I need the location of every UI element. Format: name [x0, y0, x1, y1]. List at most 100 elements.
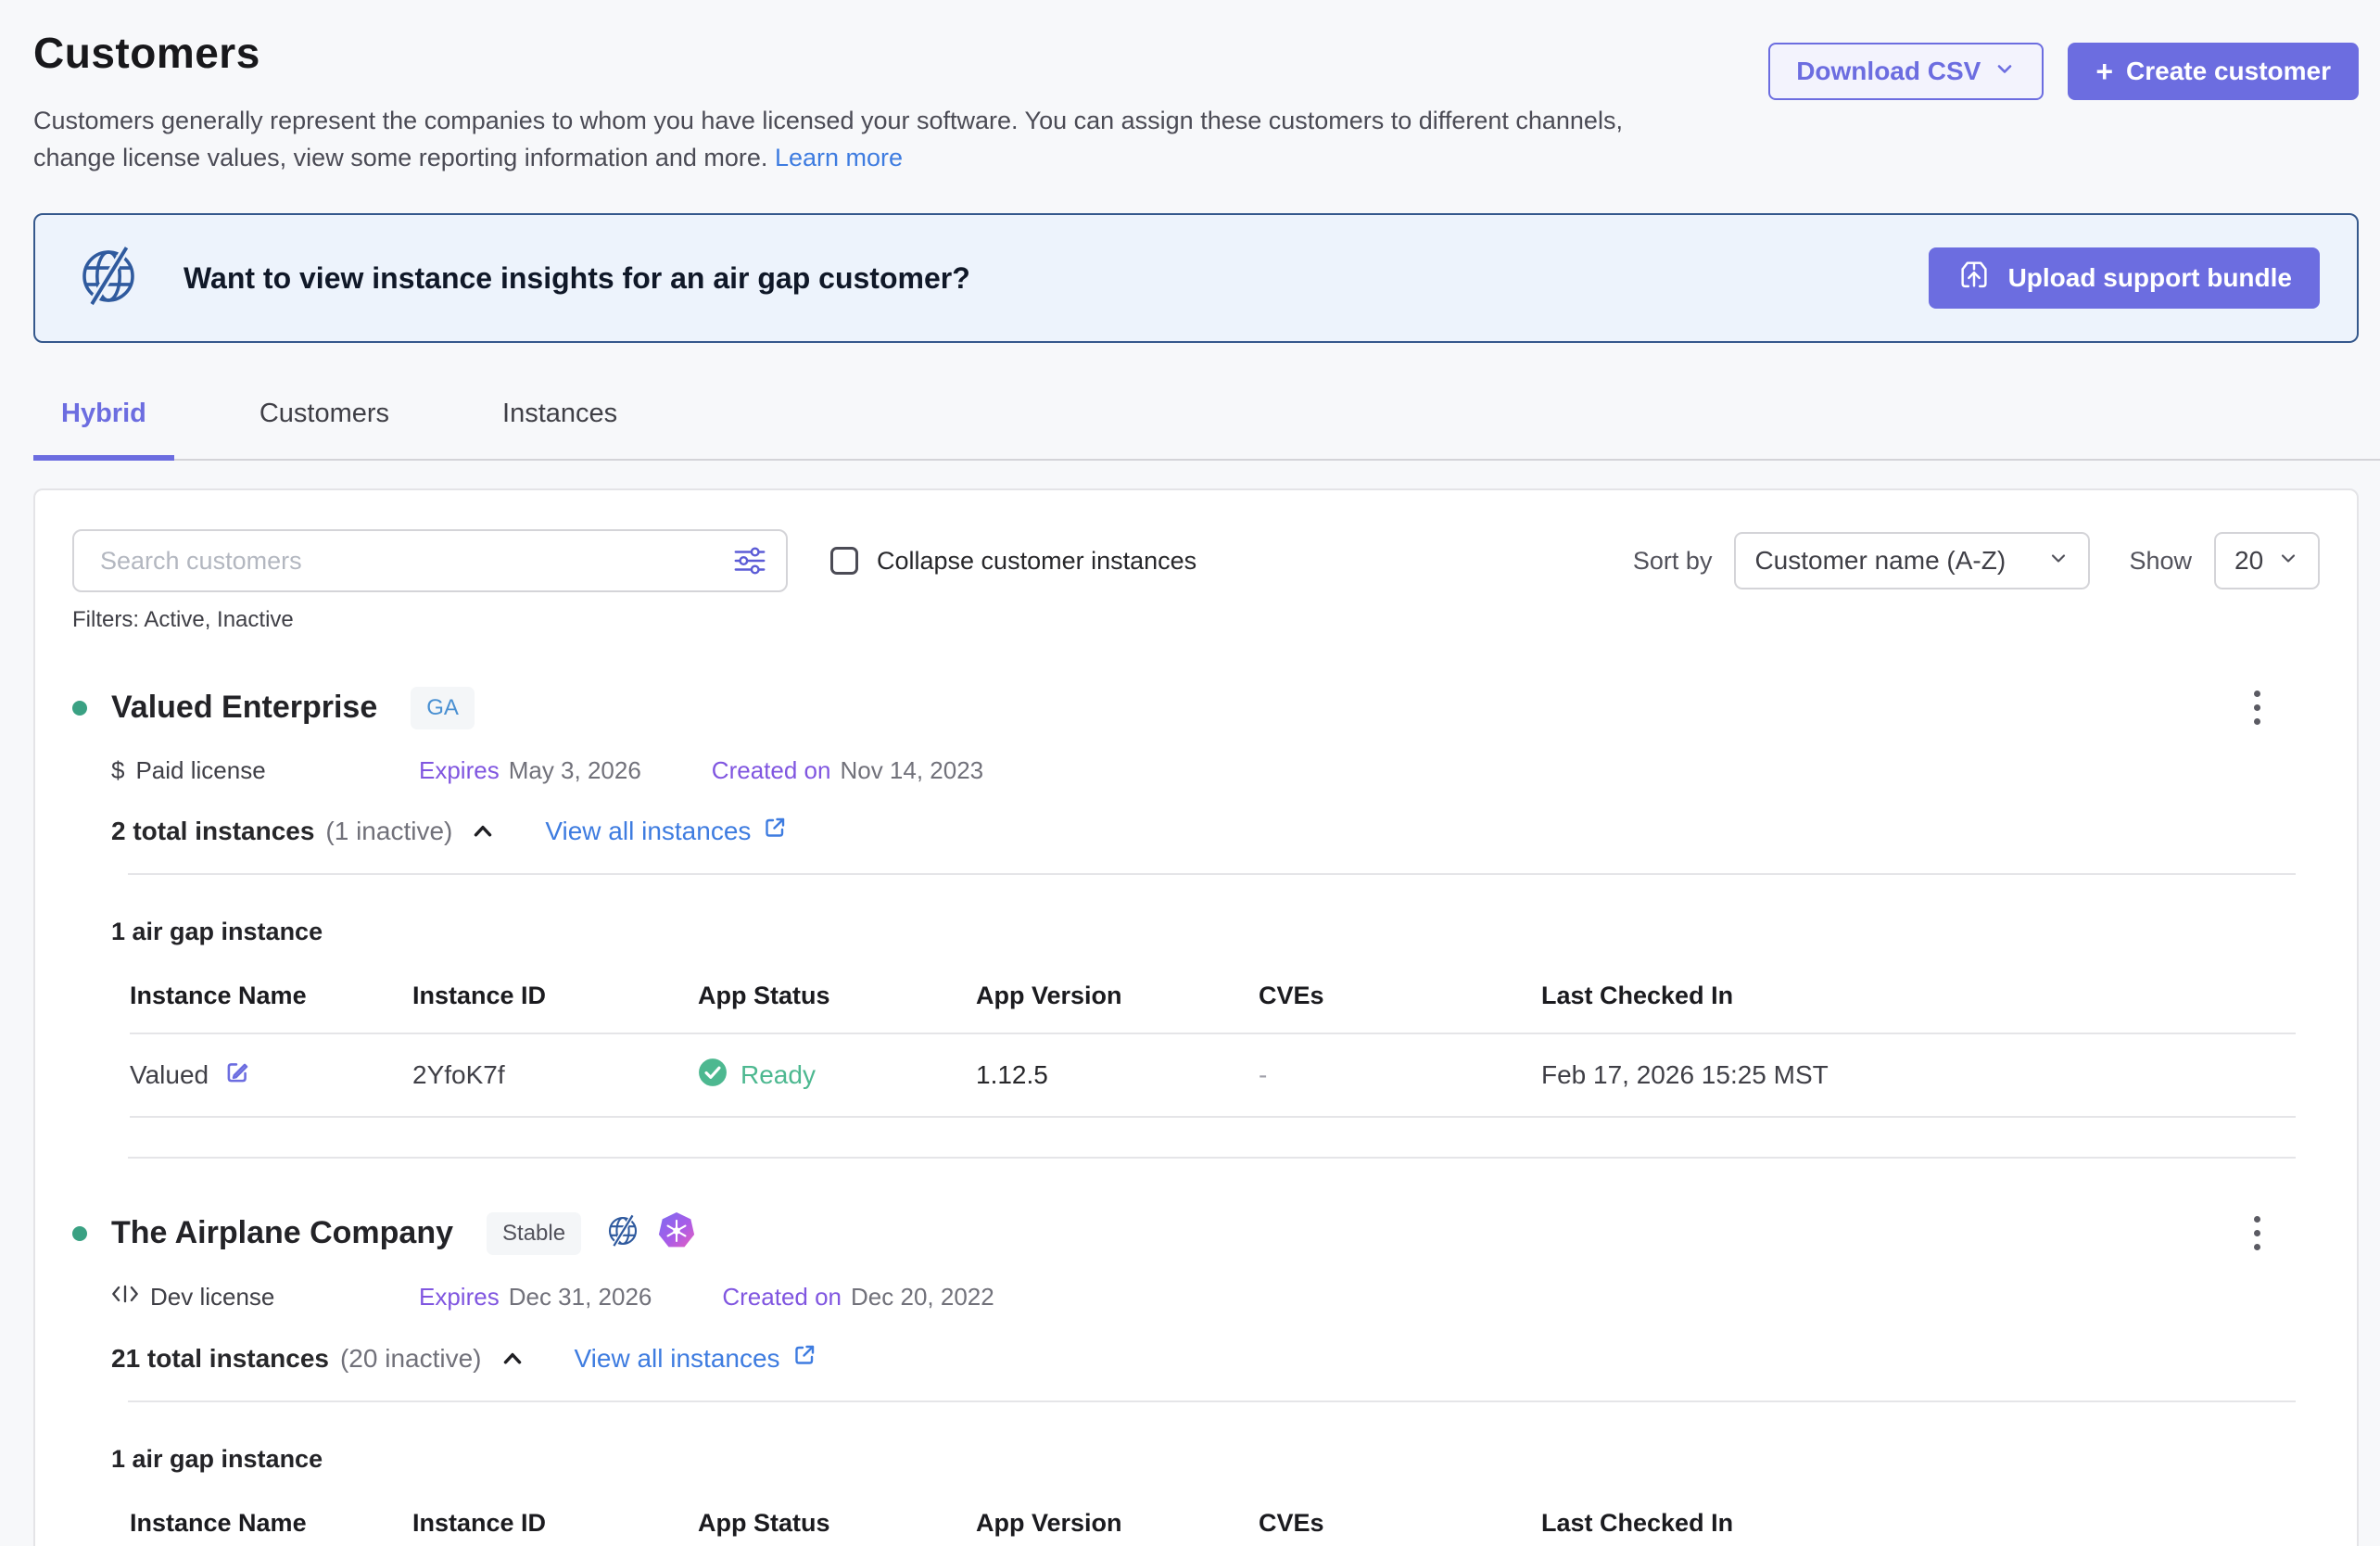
customer-meta-row: Dev license Expires Dec 31, 2026 Created…	[72, 1282, 2320, 1312]
channel-badge: Stable	[487, 1212, 581, 1255]
page-header: Customers Customers generally represent …	[33, 28, 2359, 176]
show-select[interactable]: 20	[2214, 532, 2320, 589]
plus-icon: +	[2095, 57, 2113, 86]
chevron-up-icon[interactable]	[499, 1345, 526, 1373]
view-all-instances-link[interactable]: View all instances	[545, 815, 788, 847]
collapse-instances-control[interactable]: Collapse customer instances	[830, 547, 1196, 576]
customer-block: Valued Enterprise GA $ Paid license Expi…	[72, 685, 2320, 1118]
divider	[128, 873, 2296, 875]
tab-instances[interactable]: Instances	[475, 391, 645, 461]
col-header-app-status: App Status	[698, 982, 976, 1010]
sort-select[interactable]: Customer name (A-Z)	[1734, 532, 2090, 589]
instance-name: Valued	[130, 1060, 209, 1090]
search-wrap	[72, 529, 788, 592]
col-header-last-checked-in: Last Checked In	[1541, 982, 2296, 1010]
license-type: Dev license	[111, 1282, 419, 1312]
customer-menu-button[interactable]	[2248, 1210, 2266, 1256]
divider	[128, 1400, 2296, 1402]
edit-icon[interactable]	[223, 1058, 251, 1093]
instances-table: Instance Name Instance ID App Status App…	[130, 982, 2296, 1118]
create-customer-button[interactable]: + Create customer	[2068, 43, 2359, 100]
view-all-instances-link[interactable]: View all instances	[575, 1342, 817, 1375]
app-status-cell: Ready	[698, 1058, 976, 1094]
license-type-label: Paid license	[135, 756, 265, 785]
filter-sliders-icon[interactable]	[732, 543, 767, 583]
tab-bar: Hybrid Customers Instances	[33, 391, 2380, 461]
search-input[interactable]	[72, 529, 788, 592]
header-actions: Download CSV + Create customer	[1768, 43, 2359, 100]
col-header-last-checked-in: Last Checked In	[1541, 1509, 2296, 1538]
expires-date: Dec 31, 2026	[509, 1283, 652, 1312]
upload-support-bundle-label: Upload support bundle	[2008, 263, 2292, 293]
code-icon	[111, 1282, 139, 1312]
customer-header: The Airplane Company Stable	[72, 1210, 2320, 1256]
kubernetes-icon	[657, 1211, 696, 1255]
tab-customers[interactable]: Customers	[232, 391, 417, 461]
created-info: Created on Dec 20, 2022	[722, 1283, 994, 1312]
sort-select-value: Customer name (A-Z)	[1754, 546, 2006, 576]
customer-capability-icons	[603, 1211, 696, 1255]
instance-id-cell: 2YfoK7f	[412, 1060, 698, 1090]
customer-meta-row: $ Paid license Expires May 3, 2026 Creat…	[72, 756, 2320, 785]
active-status-dot	[72, 1226, 87, 1241]
instances-inactive-count: (1 inactive)	[325, 817, 452, 846]
app-version-cell: 1.12.5	[976, 1060, 1259, 1090]
show-label: Show	[2129, 547, 2192, 576]
instances-table-header: Instance Name Instance ID App Status App…	[130, 1509, 2296, 1538]
chevron-up-icon[interactable]	[469, 817, 497, 845]
instances-total: 21 total instances	[111, 1344, 329, 1374]
col-header-app-status: App Status	[698, 1509, 976, 1538]
learn-more-link[interactable]: Learn more	[775, 144, 903, 171]
check-circle-icon	[698, 1058, 728, 1094]
airgap-instances-heading: 1 air gap instance	[72, 918, 2320, 946]
page-description: Customers generally represent the compan…	[33, 102, 1692, 176]
customer-name-link[interactable]: Valued Enterprise	[111, 690, 377, 726]
airgap-banner: Want to view instance insights for an ai…	[33, 213, 2359, 343]
created-info: Created on Nov 14, 2023	[712, 756, 983, 785]
tab-hybrid[interactable]: Hybrid	[33, 391, 174, 461]
upload-bundle-icon	[1956, 258, 1992, 299]
col-header-app-version: App Version	[976, 982, 1259, 1010]
created-on-label: Created on	[722, 1283, 842, 1312]
chevron-down-icon	[1994, 57, 2016, 86]
col-header-instance-id: Instance ID	[412, 1509, 698, 1538]
instances-summary-row: 21 total instances (20 inactive) View al…	[72, 1342, 2320, 1375]
instances-table-header: Instance Name Instance ID App Status App…	[130, 982, 2296, 1034]
download-csv-button[interactable]: Download CSV	[1768, 43, 2044, 100]
col-header-instance-name: Instance Name	[130, 1509, 412, 1538]
airgap-globe-icon	[603, 1211, 642, 1255]
customer-menu-button[interactable]	[2248, 685, 2266, 730]
dollar-icon: $	[111, 756, 124, 785]
instance-name-cell: Valued	[130, 1058, 412, 1093]
instances-table: Instance Name Instance ID App Status App…	[130, 1509, 2296, 1538]
airgap-instances-heading: 1 air gap instance	[72, 1445, 2320, 1474]
create-customer-label: Create customer	[2126, 57, 2331, 86]
page-title: Customers	[33, 28, 1692, 78]
customer-block: The Airplane Company Stable	[72, 1210, 2320, 1546]
show-select-value: 20	[2234, 546, 2263, 576]
external-link-icon	[762, 815, 788, 847]
table-row: Valued 2YfoK7f	[130, 1034, 2296, 1118]
expires-info: Expires May 3, 2026	[419, 756, 641, 785]
created-on-date: Dec 20, 2022	[851, 1283, 994, 1312]
instances-inactive-count: (20 inactive)	[340, 1344, 482, 1374]
collapse-instances-label: Collapse customer instances	[877, 547, 1196, 576]
col-header-instance-name: Instance Name	[130, 982, 412, 1010]
page-header-text: Customers Customers generally represent …	[33, 28, 1692, 176]
license-type-label: Dev license	[150, 1283, 274, 1312]
external-link-icon	[791, 1342, 817, 1375]
customers-card: Collapse customer instances Sort by Cust…	[33, 488, 2359, 1546]
customer-name-link[interactable]: The Airplane Company	[111, 1215, 453, 1251]
upload-support-bundle-button[interactable]: Upload support bundle	[1929, 247, 2320, 309]
view-all-instances-label: View all instances	[575, 1344, 780, 1374]
app-status-label: Ready	[741, 1060, 816, 1090]
col-header-cves: CVEs	[1259, 982, 1541, 1010]
view-all-instances-label: View all instances	[545, 817, 751, 846]
airgap-banner-title: Want to view instance insights for an ai…	[184, 261, 1890, 296]
instances-summary-row: 2 total instances (1 inactive) View all …	[72, 815, 2320, 847]
active-status-dot	[72, 701, 87, 716]
col-header-cves: CVEs	[1259, 1509, 1541, 1538]
chevron-down-icon	[2047, 546, 2070, 576]
collapse-instances-checkbox[interactable]	[830, 547, 858, 575]
customer-separator	[128, 1157, 2296, 1159]
